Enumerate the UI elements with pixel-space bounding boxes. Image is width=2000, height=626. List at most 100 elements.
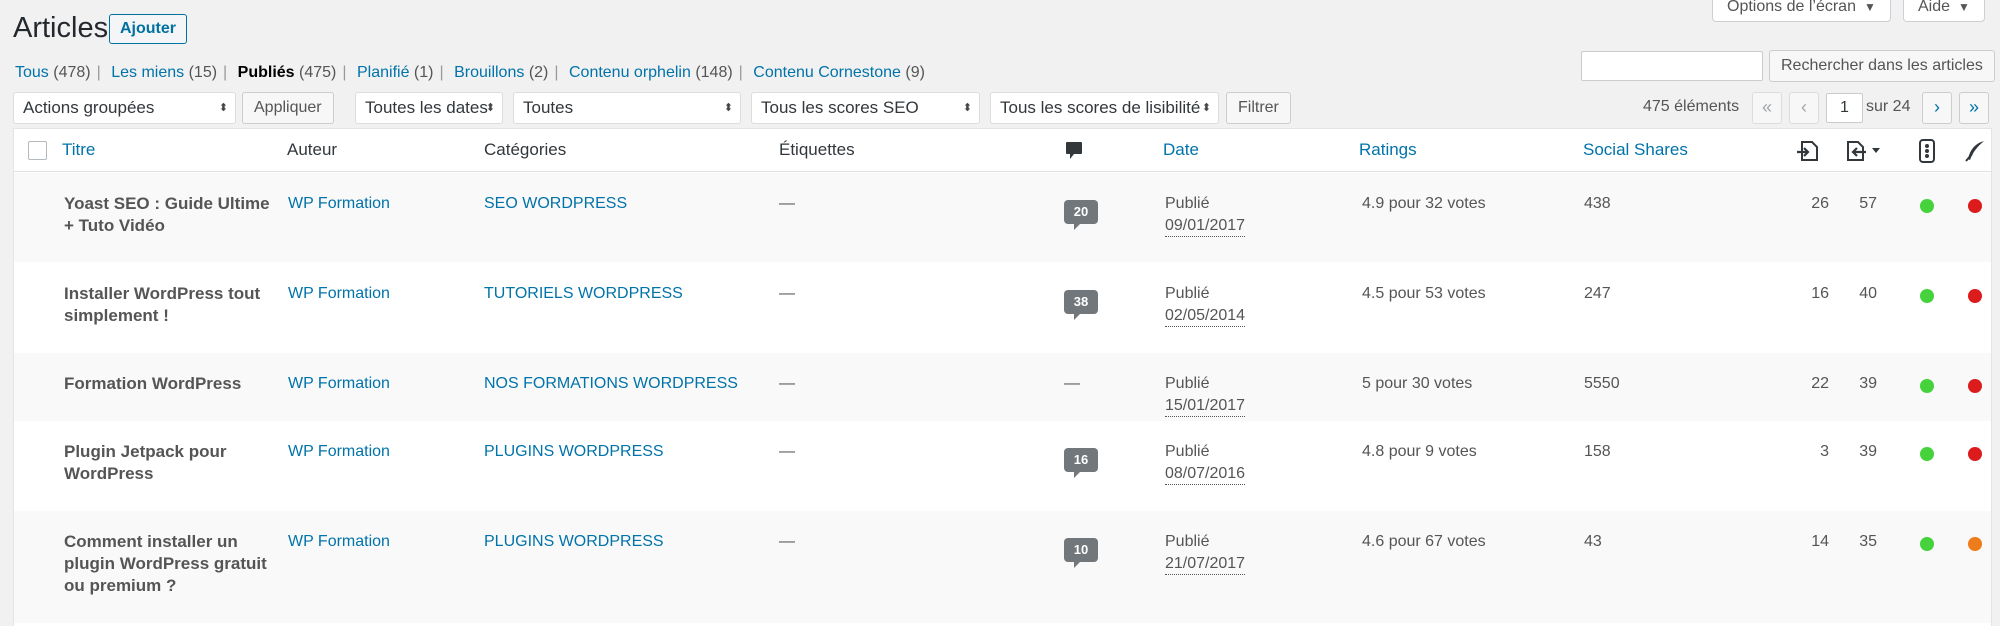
internal-links-in-icon[interactable] — [1844, 139, 1884, 168]
seo-score-filter-select[interactable]: Tous les scores SEO ⬍ — [751, 92, 980, 124]
column-date[interactable]: Date — [1163, 140, 1199, 160]
readability-icon[interactable] — [1964, 139, 1986, 168]
date-filter-select[interactable]: Toutes les dates ⬍ — [355, 92, 503, 124]
links-out-count: 26 — [1811, 195, 1829, 212]
view-published[interactable]: Publiés (475) — [238, 64, 337, 81]
rating-value: 4.9 pour 32 votes — [1362, 195, 1486, 212]
select-arrows-icon: ⬍ — [485, 102, 495, 114]
column-ratings[interactable]: Ratings — [1359, 140, 1417, 160]
prev-page-button[interactable]: ‹ — [1789, 92, 1819, 124]
current-page-input[interactable]: 1 — [1826, 93, 1863, 123]
view-scheduled[interactable]: Planifié (1) — [357, 64, 434, 81]
comment-count-bubble[interactable]: 20 — [1064, 200, 1098, 230]
comment-count-bubble[interactable]: 10 — [1064, 538, 1098, 568]
select-arrows-icon: ⬍ — [723, 102, 733, 114]
rating-value: 4.8 pour 9 votes — [1362, 443, 1477, 460]
shares-value: 43 — [1584, 533, 1602, 550]
view-all[interactable]: Tous (478) — [15, 64, 91, 81]
category-filter-select[interactable]: Toutes ⬍ — [513, 92, 741, 124]
post-date: Publié 15/01/2017 — [1165, 373, 1246, 417]
post-title-link[interactable]: Plugin Jetpack pour WordPress — [64, 441, 274, 485]
view-drafts[interactable]: Brouillons (2) — [454, 64, 548, 81]
rating-value: 5 pour 30 votes — [1362, 375, 1473, 392]
author-link[interactable]: WP Formation — [288, 441, 390, 463]
search-button[interactable]: Rechercher dans les articles — [1769, 50, 1995, 82]
category-link[interactable]: NOS FORMATIONS WORDPRESS — [484, 373, 738, 395]
view-orphaned[interactable]: Contenu orphelin (148) — [569, 64, 733, 81]
comment-count-bubble[interactable]: 16 — [1064, 448, 1098, 478]
category-link[interactable]: SEO WORDPRESS — [484, 193, 627, 215]
post-date: Publié 02/05/2014 — [1165, 283, 1246, 327]
post-title-link[interactable]: Yoast SEO : Guide Ultime + Tuto Vidéo — [64, 193, 274, 237]
comment-count-bubble[interactable]: 38 — [1064, 290, 1098, 320]
links-in-count: 39 — [1859, 443, 1877, 460]
add-new-button[interactable]: Ajouter — [109, 14, 187, 44]
links-out-count: 3 — [1820, 443, 1829, 460]
links-out-count: 22 — [1811, 375, 1829, 392]
select-arrows-icon: ⬍ — [218, 102, 228, 114]
help-label: Aide — [1918, 0, 1951, 15]
links-out-count: 14 — [1811, 533, 1829, 550]
category-link[interactable]: PLUGINS WORDPRESS — [484, 441, 664, 463]
seo-score-indicator — [1920, 447, 1934, 461]
readability-indicator — [1968, 537, 1982, 551]
shares-value: 438 — [1584, 195, 1611, 212]
category-link[interactable]: TUTORIELS WORDPRESS — [484, 283, 683, 305]
last-page-button[interactable]: » — [1959, 92, 1989, 124]
comment-count-none: — — [1064, 375, 1080, 392]
caret-down-icon: ▼ — [1863, 0, 1876, 14]
category-link[interactable]: PLUGINS WORDPRESS — [484, 531, 664, 553]
column-social-shares[interactable]: Social Shares — [1583, 140, 1688, 160]
seo-score-icon[interactable] — [1918, 139, 1936, 168]
links-in-count: 57 — [1859, 195, 1877, 212]
help-tab[interactable]: Aide ▼ — [1903, 0, 1985, 22]
column-tags: Étiquettes — [779, 140, 855, 159]
comment-icon[interactable] — [1065, 141, 1083, 166]
seo-score-indicator — [1920, 199, 1934, 213]
seo-score-indicator — [1920, 289, 1934, 303]
view-cornerstone[interactable]: Contenu Cornestone (9) — [753, 64, 925, 81]
select-arrows-icon: ⬍ — [1201, 102, 1211, 114]
search-input[interactable] — [1581, 51, 1763, 81]
shares-value: 5550 — [1584, 375, 1620, 392]
readability-indicator — [1968, 289, 1982, 303]
apply-button[interactable]: Appliquer — [242, 92, 334, 124]
readability-indicator — [1968, 379, 1982, 393]
page-title: Articles — [13, 12, 109, 44]
seo-score-indicator — [1920, 379, 1934, 393]
first-page-button[interactable]: « — [1752, 92, 1782, 124]
author-link[interactable]: WP Formation — [288, 283, 390, 305]
readability-indicator — [1968, 199, 1982, 213]
screen-options-tab[interactable]: Options de l’écran ▼ — [1712, 0, 1891, 22]
screen-options-label: Options de l’écran — [1727, 0, 1856, 15]
author-link[interactable]: WP Formation — [288, 193, 390, 215]
bulk-actions-select[interactable]: Actions groupées ⬍ — [13, 92, 236, 124]
post-title-link[interactable]: Formation WordPress — [64, 373, 274, 395]
posts-table: Titre Auteur Catégories Étiquettes Date … — [13, 128, 1992, 626]
post-date: Publié 09/01/2017 — [1165, 193, 1246, 237]
caret-down-icon: ▼ — [1958, 0, 1970, 14]
table-row: Installer WordPress tout simplement ! WP … — [14, 263, 1991, 352]
links-out-count: 16 — [1811, 285, 1829, 302]
author-link[interactable]: WP Formation — [288, 531, 390, 553]
filter-button[interactable]: Filtrer — [1226, 92, 1291, 124]
tags-value: — — [779, 375, 795, 392]
author-link[interactable]: WP Formation — [288, 373, 390, 395]
tags-value: — — [779, 285, 795, 302]
post-title-link[interactable]: Comment installer un plugin WordPress gra… — [64, 531, 274, 597]
links-in-count: 35 — [1859, 533, 1877, 550]
table-header: Titre Auteur Catégories Étiquettes Date … — [14, 129, 1991, 172]
column-author: Auteur — [287, 140, 338, 159]
shares-value: 247 — [1584, 285, 1611, 302]
view-mine[interactable]: Les miens (15) — [111, 64, 217, 81]
readability-filter-select[interactable]: Tous les scores de lisibilité ⬍ — [990, 92, 1219, 124]
next-page-button[interactable]: › — [1922, 92, 1952, 124]
column-title[interactable]: Titre — [62, 140, 95, 160]
internal-links-out-icon[interactable] — [1795, 139, 1821, 168]
select-all-checkbox[interactable] — [28, 141, 47, 160]
post-title-link[interactable]: Installer WordPress tout simplement ! — [64, 283, 274, 327]
table-row: Yoast SEO : Guide Ultime + Tuto Vidéo WP … — [14, 173, 1991, 262]
rating-value: 4.5 pour 53 votes — [1362, 285, 1486, 302]
table-row: Plugin Jetpack pour WordPress WP Formatio… — [14, 421, 1991, 511]
post-date: Publié 08/07/2016 — [1165, 441, 1246, 485]
